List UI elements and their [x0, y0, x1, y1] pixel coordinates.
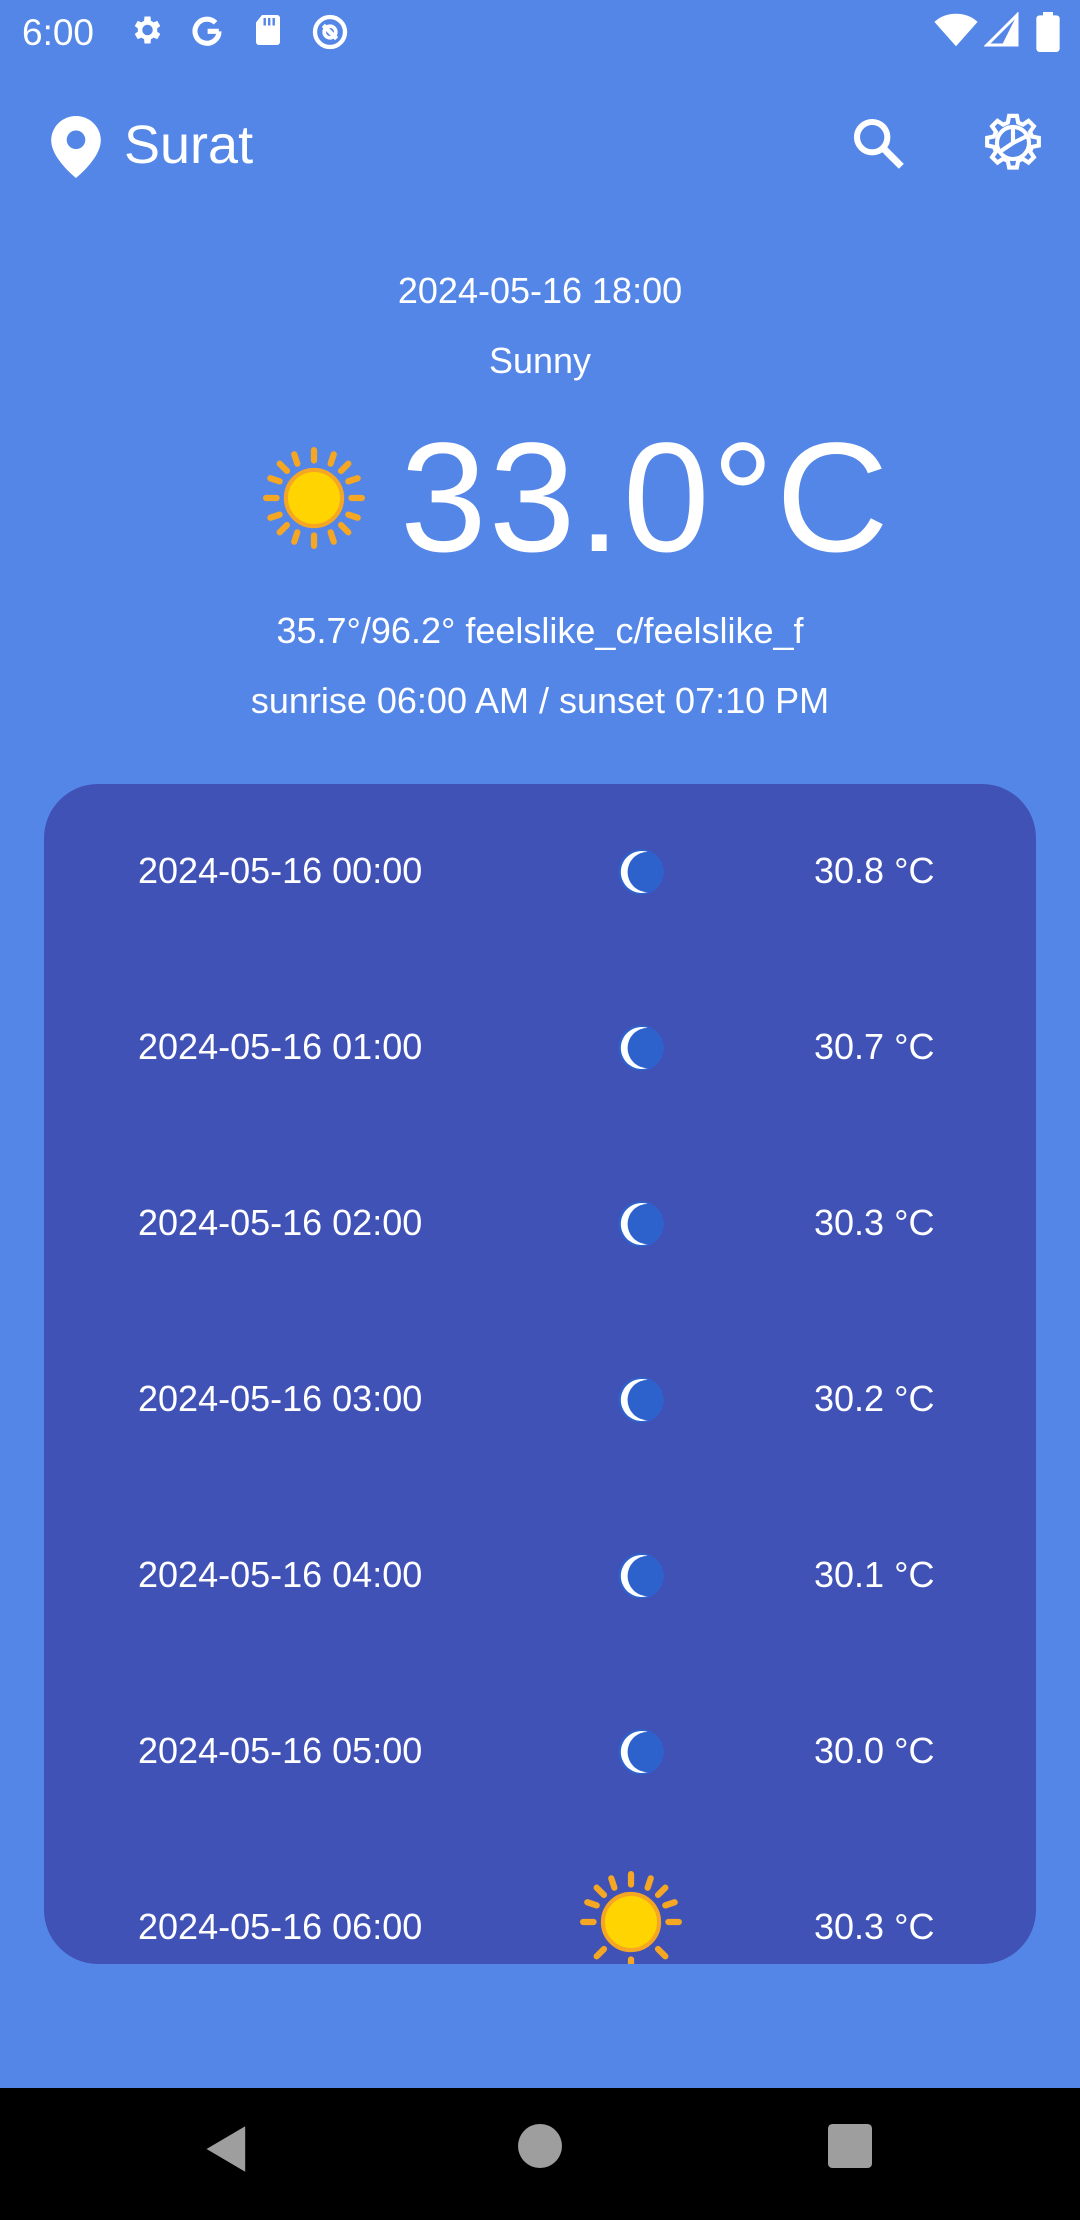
moon-icon [618, 1553, 664, 1599]
city-name[interactable]: Surat [124, 112, 253, 178]
settings-gear-icon[interactable] [982, 112, 1044, 174]
current-datetime: 2024-05-16 18:00 [397, 270, 683, 311]
list-item[interactable]: 2024-05-16 03:00 30.2 °C [44, 1312, 1036, 1488]
sun-icon [580, 1871, 682, 1964]
recents-icon[interactable] [828, 2124, 872, 2168]
hour-time: 2024-05-16 02:00 [138, 1202, 423, 1243]
moon-icon [618, 1729, 664, 1775]
status-time: 6:00 [22, 12, 95, 53]
status-bar: 6:00 [0, 0, 1080, 66]
current-temperature: 33.0°C [400, 411, 891, 585]
gear-icon [134, 16, 161, 44]
hourly-forecast-list[interactable]: 2024-05-16 00:00 30.8 °C 2024-05-16 01:0… [44, 784, 1036, 1964]
hour-temperature: 30.1 °C [814, 1554, 935, 1595]
list-item[interactable]: 2024-05-16 00:00 30.8 °C [44, 784, 1036, 960]
moon-icon [618, 1201, 664, 1247]
hour-temperature: 30.7 °C [814, 1026, 935, 1067]
google-icon [192, 16, 222, 46]
list-item[interactable]: 2024-05-16 02:00 30.3 °C [44, 1136, 1036, 1312]
hour-time: 2024-05-16 05:00 [138, 1730, 423, 1771]
hour-temperature: 30.3 °C [814, 1906, 935, 1947]
sd-card-icon [256, 15, 280, 45]
vpn-icon [312, 14, 348, 50]
feels-like: 35.7°/96.2° feelslike_c/feelslike_f [276, 610, 804, 651]
list-item[interactable]: 2024-05-16 01:00 30.7 °C [44, 960, 1036, 1136]
moon-icon [618, 1377, 664, 1423]
hour-time: 2024-05-16 06:00 [138, 1906, 423, 1947]
hour-temperature: 30.8 °C [814, 850, 935, 891]
hour-temperature: 30.3 °C [814, 1202, 935, 1243]
hour-time: 2024-05-16 03:00 [138, 1378, 423, 1419]
sun-icon [263, 447, 365, 549]
hour-time: 2024-05-16 01:00 [138, 1026, 423, 1067]
hour-temperature: 30.0 °C [814, 1730, 935, 1771]
app-bar: Surat [0, 90, 1080, 200]
signal-icon [984, 12, 1019, 47]
navigation-bar [0, 2088, 1080, 2220]
back-icon[interactable] [204, 2124, 250, 2174]
moon-icon [618, 1025, 664, 1071]
current-condition: Sunny [488, 340, 592, 381]
hour-time: 2024-05-16 04:00 [138, 1554, 423, 1595]
location-pin-icon [51, 116, 101, 178]
battery-icon [1036, 12, 1060, 52]
list-item[interactable]: 2024-05-16 05:00 30.0 °C [44, 1664, 1036, 1840]
sunrise-sunset: sunrise 06:00 AM / sunset 07:10 PM [250, 680, 830, 721]
hour-temperature: 30.2 °C [814, 1378, 935, 1419]
moon-icon [618, 849, 664, 895]
search-icon[interactable] [850, 115, 906, 171]
list-item[interactable]: 2024-05-16 04:00 30.1 °C [44, 1488, 1036, 1664]
wifi-icon [934, 13, 978, 47]
list-item[interactable]: 2024-05-16 06:00 30.3 °C [44, 1840, 1036, 1964]
hour-time: 2024-05-16 00:00 [138, 850, 423, 891]
home-icon[interactable] [518, 2124, 562, 2168]
